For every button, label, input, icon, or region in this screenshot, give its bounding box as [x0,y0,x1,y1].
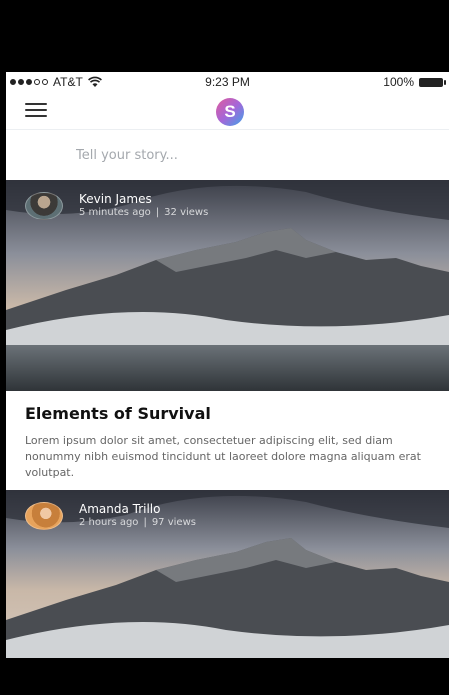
post-stats: 5 minutes ago | 32 views [79,207,209,218]
author-meta: Amanda Trillo 2 hours ago | 97 views [79,502,196,530]
feed-card-image[interactable]: Amanda Trillo 2 hours ago | 97 views [6,490,449,658]
post-excerpt: Lorem ipsum dolor sit amet, consectetuer… [25,434,421,479]
nav-bar: S [6,92,449,130]
hamburger-icon[interactable] [25,103,47,117]
avatar[interactable] [25,502,63,530]
feed-card-image[interactable]: Kevin James 5 minutes ago | 32 views [6,180,449,391]
story-input[interactable] [76,144,416,166]
app-logo-icon[interactable]: S [216,98,244,126]
post-time: 2 hours ago [79,517,139,528]
post-body: Elements of Survival Lorem ipsum dolor s… [25,404,435,481]
author-name[interactable]: Kevin James [79,192,208,206]
post-views: 97 views [151,517,196,528]
post-views: 32 views [164,207,209,218]
post-author: Kevin James 5 minutes ago | 32 views [25,191,208,221]
compose-bar [6,131,449,179]
device-frame: AT&T 9:23 PM 100% S Tell your story... K… [0,0,449,695]
author-meta: Kevin James 5 minutes ago | 32 views [79,192,208,220]
post-title[interactable]: Elements of Survival [25,404,435,423]
status-right: 100% [383,75,446,89]
post-time: 5 minutes ago [79,207,151,218]
battery-icon [419,77,446,87]
post-stats: 2 hours ago | 97 views [79,517,196,528]
app-screen: AT&T 9:23 PM 100% S Tell your story... K… [6,72,449,658]
avatar[interactable] [25,192,63,220]
author-name[interactable]: Amanda Trillo [79,502,196,516]
battery-percent: 100% [383,75,414,89]
post-author: Amanda Trillo 2 hours ago | 97 views [25,501,196,531]
status-bar: AT&T 9:23 PM 100% [6,72,449,92]
